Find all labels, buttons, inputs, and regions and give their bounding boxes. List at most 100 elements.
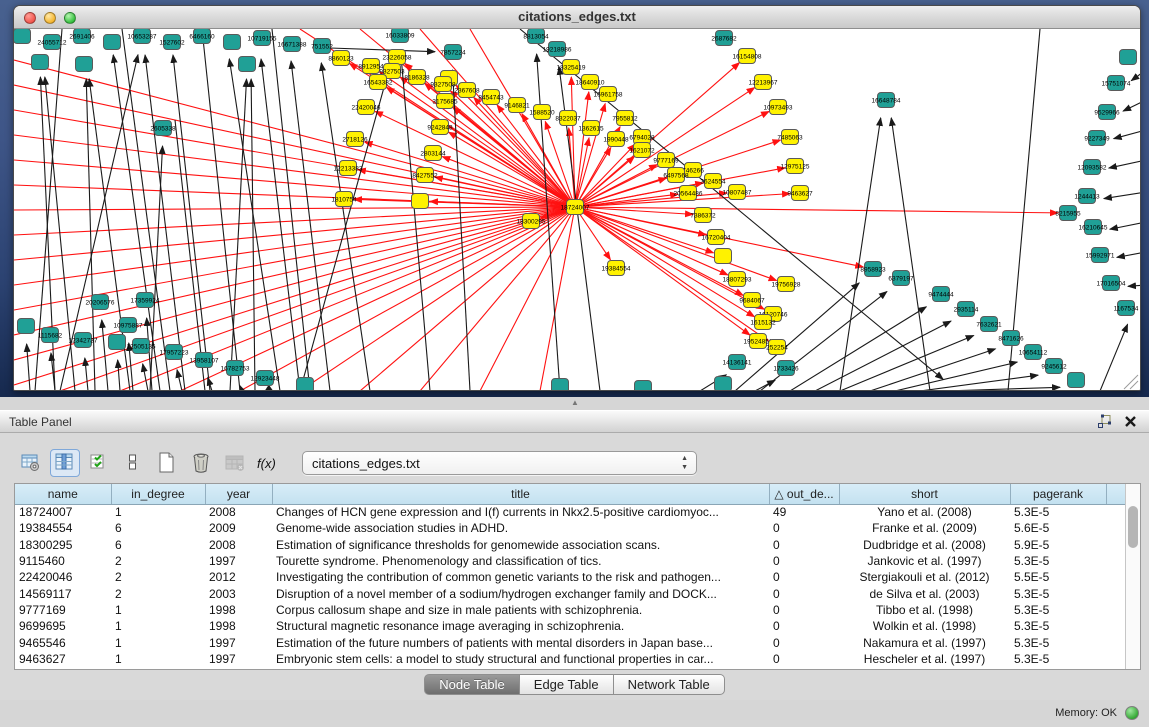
table-cell[interactable]: 5.5E-5 [1010, 569, 1106, 585]
column-header-name[interactable]: name [15, 484, 111, 504]
table-row[interactable]: 946362711997Embryonic stem cells: a mode… [15, 651, 1125, 667]
table-cell[interactable]: 1997 [205, 651, 272, 667]
table-row[interactable]: 946554611997Estimation of the future num… [15, 634, 1125, 650]
scrollbar-thumb[interactable] [1128, 506, 1138, 548]
table-cell[interactable]: 1 [111, 602, 205, 618]
table-cell[interactable] [1106, 537, 1125, 553]
table-cell[interactable]: 0 [769, 537, 839, 553]
table-row[interactable]: 911546021997Tourette syndrome. Phenomeno… [15, 553, 1125, 569]
network-canvas[interactable]: 2405571226914061065328715276026466160107… [14, 29, 1140, 391]
table-row[interactable]: 977716911998Corpus callosum shape and si… [15, 602, 1125, 618]
table-cell[interactable]: 9699695 [15, 618, 111, 634]
table-cell[interactable]: Genome-wide association studies in ADHD. [272, 520, 769, 536]
table-cell[interactable]: 0 [769, 569, 839, 585]
table-cell[interactable]: 5.6E-5 [1010, 520, 1106, 536]
table-cell[interactable]: Disruption of a novel member of a sodium… [272, 585, 769, 601]
graph-node[interactable] [109, 335, 126, 350]
column-header-in_degree[interactable]: in_degree [111, 484, 205, 504]
table-cell[interactable]: 2 [111, 569, 205, 585]
table-cell[interactable]: 22420046 [15, 569, 111, 585]
graph-node[interactable] [14, 29, 31, 44]
table-cell[interactable]: 0 [769, 585, 839, 601]
table-cell[interactable]: 2 [111, 553, 205, 569]
new-table-icon[interactable] [152, 449, 182, 477]
function-builder-icon[interactable]: f(x) [254, 449, 284, 477]
table-cell[interactable]: 2003 [205, 585, 272, 601]
table-cell[interactable] [1106, 504, 1125, 520]
table-vertical-scrollbar[interactable] [1125, 484, 1140, 669]
table-cell[interactable]: 19384554 [15, 520, 111, 536]
network-window-titlebar[interactable]: citations_edges.txt [14, 6, 1140, 29]
table-row[interactable]: 1938455462009Genome-wide association stu… [15, 520, 1125, 536]
table-cell[interactable]: Changes of HCN gene expression and I(f) … [272, 504, 769, 520]
graph-node[interactable] [552, 379, 569, 392]
table-cell[interactable]: 0 [769, 651, 839, 667]
table-cell[interactable]: Structural magnetic resonance image aver… [272, 618, 769, 634]
table-cell[interactable]: 2009 [205, 520, 272, 536]
table-row[interactable]: 1872400712008Changes of HCN gene express… [15, 504, 1125, 520]
table-cell[interactable]: Corpus callosum shape and size in male p… [272, 602, 769, 618]
row-height-icon[interactable] [118, 449, 148, 477]
select-rows-icon[interactable] [84, 449, 114, 477]
table-cell[interactable]: 0 [769, 520, 839, 536]
table-cell[interactable]: Estimation of the future numbers of pati… [272, 634, 769, 650]
graph-node[interactable] [715, 377, 732, 392]
table-cell[interactable]: Yano et al. (2008) [839, 504, 1010, 520]
float-panel-icon[interactable] [1097, 414, 1113, 430]
splitter-handle-icon[interactable]: ▲ [571, 399, 578, 406]
table-cell[interactable]: 1 [111, 618, 205, 634]
table-row[interactable]: 969969511998Structural magnetic resonanc… [15, 618, 1125, 634]
table-cell[interactable]: 1998 [205, 602, 272, 618]
table-cell[interactable]: 9463627 [15, 651, 111, 667]
delete-table-icon[interactable] [186, 449, 216, 477]
column-header-year[interactable]: year [205, 484, 272, 504]
graph-node[interactable] [76, 57, 93, 72]
table-cell[interactable]: 1997 [205, 634, 272, 650]
table-row[interactable]: 1830029562008Estimation of significance … [15, 537, 1125, 553]
table-cell[interactable]: 9465546 [15, 634, 111, 650]
table-cell[interactable]: Tibbo et al. (1998) [839, 602, 1010, 618]
table-cell[interactable]: 0 [769, 634, 839, 650]
graph-node[interactable] [715, 249, 732, 264]
table-cell[interactable] [1106, 520, 1125, 536]
table-cell[interactable]: Estimation of significance thresholds fo… [272, 537, 769, 553]
graph-node[interactable] [635, 381, 652, 392]
table-cell[interactable]: 2008 [205, 537, 272, 553]
close-panel-icon[interactable] [1123, 414, 1139, 430]
table-cell[interactable]: 5.3E-5 [1010, 504, 1106, 520]
table-cell[interactable] [1106, 585, 1125, 601]
table-cell[interactable]: Jankovic et al. (1997) [839, 553, 1010, 569]
table-cell[interactable]: 5.9E-5 [1010, 537, 1106, 553]
table-cell[interactable] [1106, 618, 1125, 634]
table-cell[interactable]: 14569117 [15, 585, 111, 601]
tab-network-table[interactable]: Network Table [614, 674, 725, 695]
import-table-icon[interactable] [220, 449, 250, 477]
graph-node[interactable] [297, 378, 314, 392]
panel-splitter[interactable]: ▲ [0, 397, 1149, 410]
table-cell[interactable]: 0 [769, 602, 839, 618]
graph-node[interactable] [412, 194, 429, 209]
column-header-spacer[interactable] [1106, 484, 1125, 504]
table-cell[interactable]: Embryonic stem cells: a model to study s… [272, 651, 769, 667]
table-cell[interactable]: 1 [111, 651, 205, 667]
table-cell[interactable]: 6 [111, 520, 205, 536]
table-cell[interactable]: Franke et al. (2009) [839, 520, 1010, 536]
tab-node-table[interactable]: Node Table [424, 674, 520, 695]
table-cell[interactable]: 9777169 [15, 602, 111, 618]
table-cell[interactable] [1106, 651, 1125, 667]
graph-node[interactable] [224, 35, 241, 50]
table-cell[interactable]: Wolkin et al. (1998) [839, 618, 1010, 634]
table-settings-icon[interactable] [16, 449, 46, 477]
table-cell[interactable]: 1 [111, 634, 205, 650]
graph-node[interactable] [1120, 50, 1137, 65]
graph-node[interactable]: 751552 [311, 39, 333, 54]
table-cell[interactable]: 1 [111, 504, 205, 520]
graph-node[interactable]: 252254 [766, 340, 788, 355]
table-cell[interactable] [1106, 602, 1125, 618]
table-cell[interactable]: 18724007 [15, 504, 111, 520]
graph-node[interactable] [18, 319, 35, 334]
table-row[interactable]: 2242004622012Investigating the contribut… [15, 569, 1125, 585]
table-cell[interactable]: 5.3E-5 [1010, 618, 1106, 634]
column-header-out_de...[interactable]: △ out_de... [769, 484, 839, 504]
table-cell[interactable]: 2008 [205, 504, 272, 520]
